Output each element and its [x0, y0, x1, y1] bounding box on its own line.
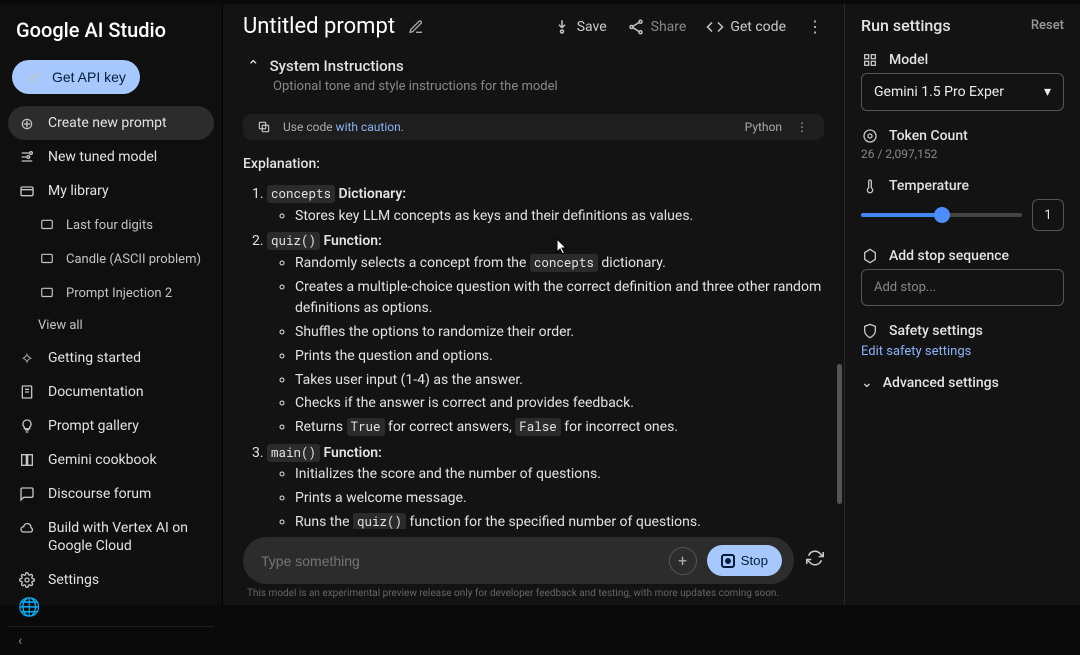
- chevron-up-icon: ⌃: [247, 57, 260, 75]
- system-instructions-sub: Optional tone and style instructions for…: [223, 79, 844, 104]
- refresh-button[interactable]: [806, 549, 824, 572]
- link-prompt-gallery[interactable]: Prompt gallery: [8, 409, 214, 443]
- my-library[interactable]: My library: [8, 174, 214, 208]
- copy-icon[interactable]: [255, 118, 273, 136]
- gear-icon: [18, 571, 36, 589]
- share-button[interactable]: Share: [627, 18, 687, 36]
- recent-prompt-2[interactable]: Prompt Injection 2: [8, 276, 214, 310]
- recent-prompt-1[interactable]: Candle (ASCII problem): [8, 242, 214, 276]
- model-icon: [861, 51, 879, 69]
- create-new-prompt[interactable]: ⊕ Create new prompt: [8, 106, 214, 140]
- edit-safety-link[interactable]: Edit safety settings: [861, 344, 1064, 359]
- stop-sequence-label: Add stop sequence: [889, 248, 1009, 264]
- settings-link[interactable]: Settings: [8, 563, 214, 597]
- more-icon[interactable]: ⋮: [806, 18, 824, 36]
- add-attachment-button[interactable]: +: [669, 547, 697, 575]
- main-panel: Untitled prompt Save Share: [222, 4, 844, 605]
- view-all[interactable]: View all: [8, 310, 214, 341]
- get-api-key-button[interactable]: Get API key: [12, 60, 140, 94]
- run-settings-title: Run settings: [861, 16, 951, 35]
- reset-button[interactable]: Reset: [1031, 18, 1064, 33]
- response-content: concepts Dictionary:Stores key LLM conce…: [243, 184, 824, 529]
- book-icon: [18, 451, 36, 469]
- hexagon-icon: [861, 247, 879, 265]
- get-code-button[interactable]: Get code: [706, 18, 786, 36]
- prompt-input[interactable]: [261, 553, 659, 569]
- chat-icon: [38, 216, 56, 234]
- advanced-settings-toggle[interactable]: ⌄ Advanced settings: [861, 375, 1064, 391]
- conversation-area: Use code with caution. Python ⋮ Explanat…: [223, 104, 844, 529]
- safety-settings-label: Safety settings: [889, 323, 983, 339]
- chat-icon: [38, 284, 56, 302]
- link-documentation[interactable]: Documentation: [8, 375, 214, 409]
- stop-icon: [721, 554, 735, 568]
- link-discourse[interactable]: Discourse forum: [8, 477, 214, 511]
- edit-title-icon[interactable]: [407, 18, 425, 36]
- collapse-sidebar[interactable]: ‹: [8, 626, 214, 655]
- stop-sequence-input[interactable]: Add stop...: [861, 269, 1064, 306]
- doc-icon: [18, 383, 36, 401]
- explanation-heading: Explanation:: [243, 156, 824, 172]
- token-icon: [861, 127, 879, 145]
- code-icon: [706, 18, 724, 36]
- recent-prompt-0[interactable]: Last four digits: [8, 208, 214, 242]
- code-more-icon[interactable]: ⋮: [792, 120, 812, 134]
- chat-icon: [38, 250, 56, 268]
- cloud-icon: [18, 519, 36, 537]
- system-instructions-header[interactable]: ⌃ System Instructions: [223, 49, 844, 79]
- model-select[interactable]: Gemini 1.5 Pro Exper ▾: [861, 73, 1064, 111]
- shield-icon: [861, 322, 879, 340]
- library-icon: [18, 182, 36, 200]
- bulb-icon: [18, 417, 36, 435]
- prompt-title: Untitled prompt: [243, 14, 395, 39]
- save-button[interactable]: Save: [553, 18, 607, 36]
- tune-icon: [18, 148, 36, 166]
- compass-icon: ✧: [18, 349, 36, 367]
- new-tuned-model[interactable]: New tuned model: [8, 140, 214, 174]
- api-key-label: Get API key: [52, 69, 126, 85]
- token-count-value: 26 / 2,097,152: [861, 147, 1064, 161]
- sidebar: Google AI Studio Get API key ⊕ Create ne…: [0, 4, 222, 605]
- share-icon: [627, 18, 645, 36]
- stop-button[interactable]: Stop: [707, 545, 782, 576]
- code-caution-box: Use code with caution. Python ⋮: [243, 114, 824, 140]
- disclaimer: This model is an experimental preview re…: [223, 588, 844, 605]
- model-label: Model: [889, 52, 928, 68]
- link-vertex-ai[interactable]: Build with Vertex AI on Google Cloud: [8, 511, 214, 563]
- link-cookbook[interactable]: Gemini cookbook: [8, 443, 214, 477]
- save-icon: [553, 18, 571, 36]
- temperature-label: Temperature: [889, 178, 969, 194]
- chevron-down-icon: ⌄: [861, 375, 873, 391]
- code-language-label: Python: [745, 120, 782, 134]
- brand-logo: Google AI Studio: [8, 4, 214, 60]
- token-count-label: Token Count: [889, 128, 968, 144]
- key-icon: [26, 68, 44, 86]
- temperature-value[interactable]: 1: [1032, 199, 1064, 231]
- caution-link[interactable]: with caution.: [336, 120, 404, 134]
- temperature-slider[interactable]: [861, 213, 1022, 217]
- prompt-input-bar: + Stop: [243, 537, 794, 584]
- run-settings-panel: Run settings Reset Model Gemini 1.5 Pro …: [844, 4, 1080, 605]
- chevron-down-icon: ▾: [1044, 84, 1051, 100]
- forum-icon: [18, 485, 36, 503]
- thermometer-icon: [861, 177, 879, 195]
- scrollbar[interactable]: [837, 364, 842, 504]
- plus-circle-icon: ⊕: [18, 114, 36, 132]
- link-getting-started[interactable]: ✧ Getting started: [8, 341, 214, 375]
